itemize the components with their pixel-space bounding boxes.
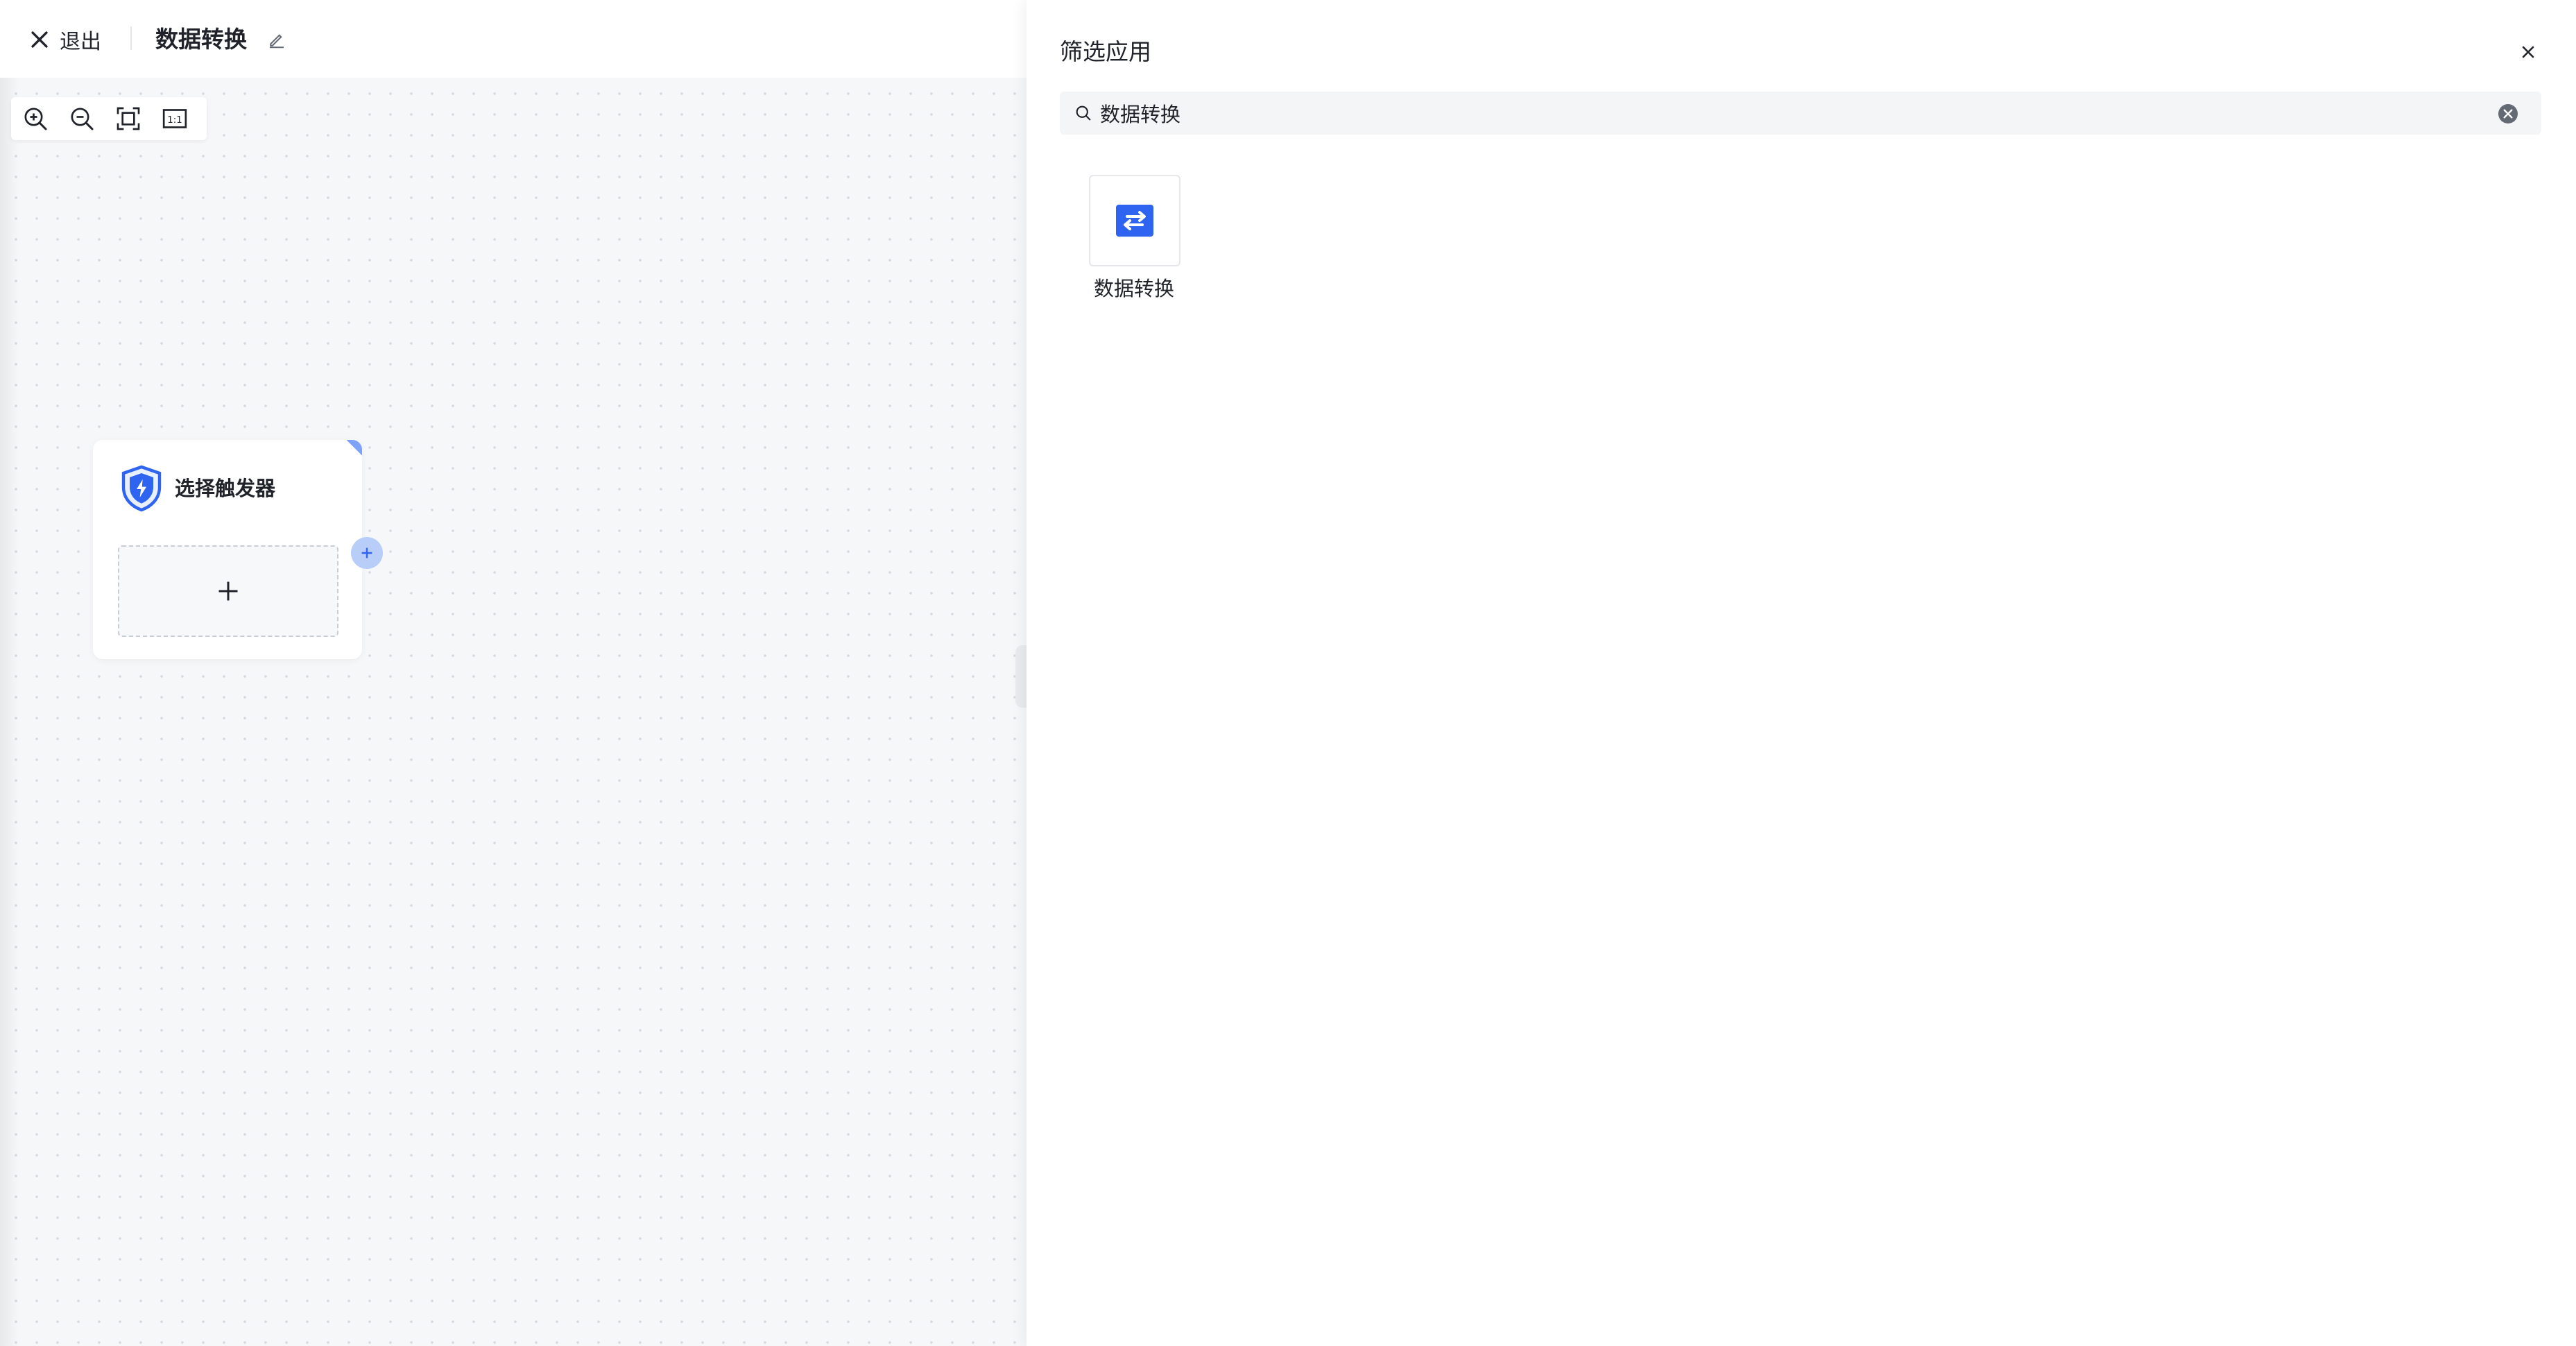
zoom-in-button[interactable] <box>19 103 51 135</box>
drawer-title: 筛选应用 <box>1060 38 1151 65</box>
actual-size-button[interactable]: 1:1 <box>159 103 191 135</box>
workflow-editor: 退出 数据转换 1:1 选择触发器 <box>0 0 1027 1346</box>
close-icon <box>2522 46 2534 58</box>
search-box <box>1060 92 2541 135</box>
edit-icon[interactable] <box>266 29 287 50</box>
app-result-label: 数据转换 <box>1093 277 1174 300</box>
exit-label: 退出 <box>60 30 101 54</box>
trigger-node[interactable]: 选择触发器 <box>93 440 362 659</box>
drawer-close-button[interactable] <box>2514 38 2542 66</box>
trigger-node-title: 选择触发器 <box>175 477 276 500</box>
add-next-node-button[interactable] <box>351 537 383 569</box>
filter-apps-drawer: 筛选应用 数据转换 <box>1027 0 2576 1346</box>
search-icon <box>1076 105 1091 121</box>
zoom-toolbar: 1:1 <box>11 97 207 140</box>
zoom-in-icon <box>24 108 47 130</box>
plus-icon <box>218 581 238 601</box>
zoom-out-button[interactable] <box>66 103 98 135</box>
actual-size-label: 1:1 <box>167 115 182 126</box>
zoom-out-icon <box>71 108 94 130</box>
swap-arrows-icon <box>1116 205 1153 237</box>
fit-screen-button[interactable] <box>112 103 144 135</box>
add-trigger-area[interactable] <box>118 545 338 637</box>
node-corner-badge <box>340 440 362 462</box>
drawer-collapse-handle[interactable] <box>1015 645 1027 708</box>
app-result-card[interactable] <box>1089 175 1180 266</box>
clear-search-icon[interactable] <box>2497 103 2519 125</box>
page-title: 数据转换 <box>155 26 247 53</box>
plus-icon <box>361 547 372 559</box>
workflow-canvas[interactable] <box>0 78 1027 1346</box>
canvas-edge-shadow <box>0 78 19 1346</box>
close-icon <box>31 31 48 48</box>
search-input[interactable] <box>1100 97 2473 129</box>
shield-icon <box>121 465 162 512</box>
exit-button[interactable]: 退出 <box>28 22 101 57</box>
actual-size-icon: 1:1 <box>162 109 187 128</box>
header-divider <box>130 26 132 50</box>
fit-screen-icon <box>117 107 140 130</box>
editor-topbar: 退出 数据转换 <box>0 0 1027 78</box>
